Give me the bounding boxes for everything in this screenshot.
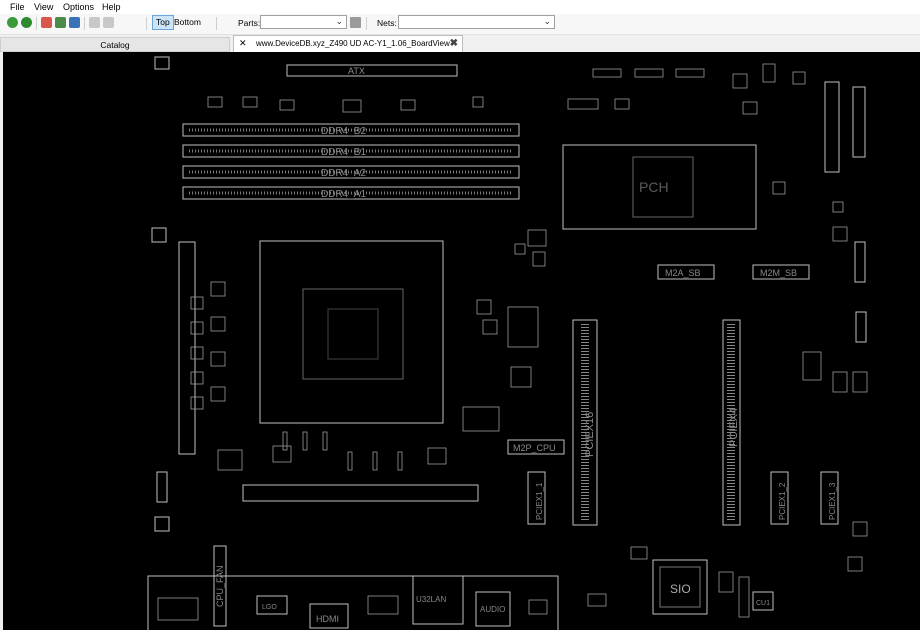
- cpu-pad-center: [327, 308, 379, 360]
- lgo-label: LGO: [262, 604, 277, 611]
- pciex16-label: PCIEX16: [584, 412, 596, 457]
- menu-help[interactable]: Help: [102, 2, 121, 12]
- vrm-inductor-column: [178, 241, 196, 455]
- menu-bar: File View Options Help: [0, 0, 920, 14]
- right-header-3: [854, 241, 866, 283]
- menu-options[interactable]: Options: [63, 2, 94, 12]
- pin-icon[interactable]: ✕: [239, 36, 247, 51]
- pciex1-3-label: PCIEX1_3: [828, 482, 837, 520]
- toolbar-separator: [216, 17, 217, 30]
- m2m-sb-label: M2M_SB: [760, 268, 797, 278]
- pciex1-1-label: PCIEX1_1: [535, 482, 544, 520]
- right-header-4: [855, 311, 867, 343]
- zoom-out-icon[interactable]: [41, 17, 52, 28]
- menu-file[interactable]: File: [10, 2, 25, 12]
- tab-boardview-label: www.DeviceDB.xyz_Z490 UD AC-Y1_1.06_Boar…: [256, 39, 450, 48]
- reload-icon[interactable]: [21, 17, 32, 28]
- cu1-label: CU1: [756, 600, 770, 607]
- back-arrow-icon[interactable]: [89, 17, 100, 28]
- pch-label: PCH: [639, 179, 669, 195]
- rear-io-outline: [147, 575, 559, 630]
- menu-view[interactable]: View: [34, 2, 53, 12]
- toolbar-separator: [36, 17, 37, 30]
- m2p-cpu-label: M2P_CPU: [513, 443, 556, 453]
- right-header-2: [852, 86, 866, 158]
- cpu-fan-label: CPU_FAN: [215, 565, 225, 607]
- clear-filter-icon[interactable]: [350, 17, 361, 28]
- chevron-down-icon[interactable]: ⌄: [543, 16, 551, 27]
- audio-label: AUDIO: [480, 605, 505, 614]
- usb-lan-label: U32LAN: [416, 595, 446, 604]
- tab-strip: Catalog ✕ www.DeviceDB.xyz_Z490 UD AC-Y1…: [0, 35, 920, 52]
- refresh-icon[interactable]: [7, 17, 18, 28]
- board-view-canvas[interactable]: DDR4_B2 DDR4_B1 DDR4_A2 DDR4_A1 ATX PCH …: [3, 52, 920, 630]
- left-header-2: [154, 516, 170, 532]
- left-header-4: [154, 56, 170, 70]
- toolbar-separator: [146, 17, 147, 30]
- close-icon[interactable]: ✖: [450, 36, 458, 51]
- bottom-side-button[interactable]: Bottom: [171, 16, 204, 29]
- tab-catalog[interactable]: Catalog: [0, 37, 230, 52]
- ddr4-b2-label: DDR4_B2: [321, 126, 366, 137]
- lower-component-row: [242, 484, 479, 502]
- left-header-1: [156, 471, 168, 503]
- cpu-pad-array: [302, 288, 404, 380]
- forward-arrow-icon[interactable]: [103, 17, 114, 28]
- zoom-in-icon[interactable]: [69, 17, 80, 28]
- atx-connector: [286, 64, 458, 77]
- ddr4-a1-label: DDR4_A1: [321, 189, 366, 200]
- right-header-1: [824, 81, 840, 173]
- pcb-drawing: DDR4_B2 DDR4_B1 DDR4_A2 DDR4_A1 ATX PCH …: [147, 56, 868, 630]
- pciex4-label: PCIEX4: [728, 408, 740, 447]
- m2a-sb-label: M2A_SB: [665, 268, 701, 278]
- toolbar-separator: [84, 17, 85, 30]
- hdmi-label: HDMI: [316, 614, 339, 624]
- chevron-down-icon[interactable]: ⌄: [335, 16, 343, 27]
- ddr4-b1-label: DDR4_B1: [321, 147, 366, 158]
- toolbar: Top Bottom Parts: ⌄ Nets: ⌄: [0, 14, 920, 35]
- parts-label: Parts:: [238, 18, 261, 28]
- left-header-3: [151, 227, 167, 243]
- atx-label: ATX: [348, 66, 365, 76]
- parts-combobox[interactable]: ⌄: [260, 15, 347, 29]
- cpu-socket-outline: [259, 240, 444, 424]
- zoom-fit-icon[interactable]: [55, 17, 66, 28]
- nets-label: Nets:: [377, 18, 397, 28]
- ddr4-a2-label: DDR4_A2: [321, 168, 366, 179]
- pciex1-2-label: PCIEX1_2: [778, 482, 787, 520]
- nets-combobox[interactable]: ⌄: [398, 15, 555, 29]
- sio-label: SIO: [670, 582, 691, 596]
- toolbar-separator: [366, 17, 367, 30]
- tab-boardview[interactable]: ✕ www.DeviceDB.xyz_Z490 UD AC-Y1_1.06_Bo…: [233, 35, 463, 52]
